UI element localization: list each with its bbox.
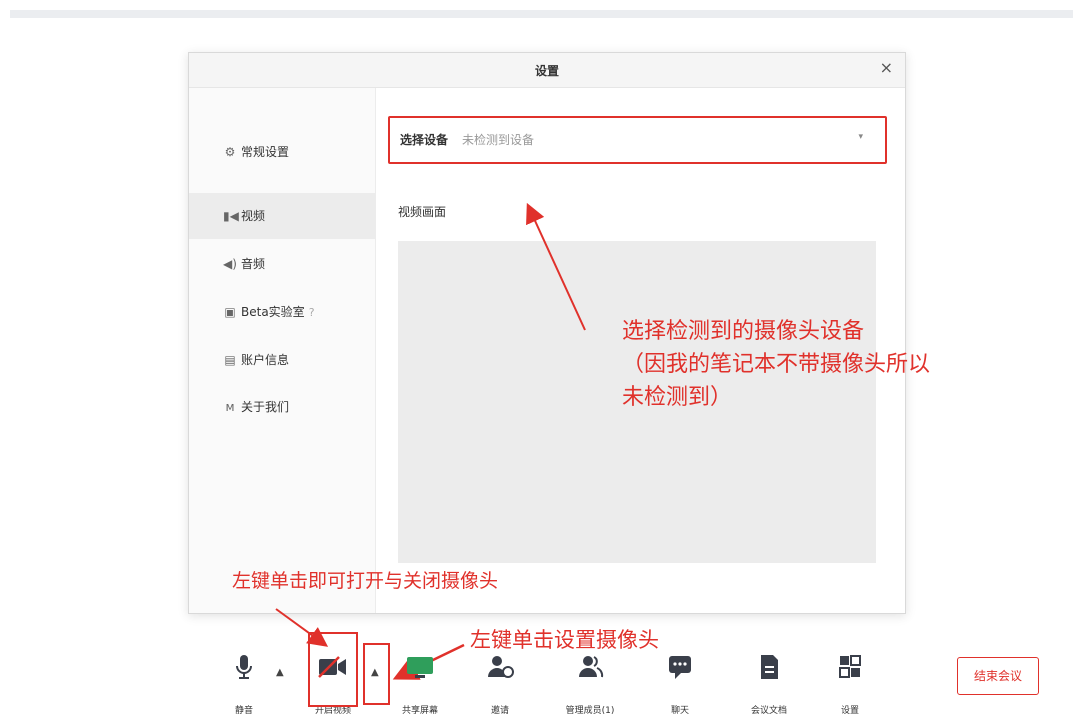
sidebar-item-about[interactable]: ᴍ 关于我们 xyxy=(189,384,375,430)
sidebar-item-label: 音频 xyxy=(241,257,266,271)
share-screen-button[interactable]: 共享屏幕 xyxy=(380,653,460,716)
settings-grid-icon xyxy=(810,653,890,687)
camera-note: 选择检测到的摄像头设备 （因我的笔记本不带摄像头所以 未检测到） xyxy=(622,319,931,410)
video-caret-highlight xyxy=(363,643,390,705)
microphone-icon xyxy=(204,653,284,687)
meeting-toolbar: 静音 ▲ 开启视频 ▲ 共享屏幕 邀请 管理成员(1) 聊天 会议文档 设置 xyxy=(0,615,1073,716)
device-label: 选择设备 xyxy=(400,133,449,147)
video-icon: ▮◀ xyxy=(223,209,239,223)
gear-icon: ⚙ xyxy=(224,145,236,159)
sidebar-item-label: 常规设置 xyxy=(241,145,290,159)
top-bar xyxy=(10,10,1073,18)
dialog-title: 设置 xyxy=(534,64,559,78)
id-card-icon: ▤ xyxy=(224,353,236,367)
settings-button[interactable]: 设置 xyxy=(810,653,890,716)
meeting-docs-button[interactable]: 会议文档 xyxy=(729,653,809,716)
sidebar-item-general[interactable]: ⚙ 常规设置 xyxy=(189,129,375,175)
chevron-down-icon[interactable]: ▾ xyxy=(858,132,863,142)
video-button-highlight xyxy=(308,632,358,707)
members-icon xyxy=(550,653,630,687)
help-icon[interactable]: ? xyxy=(309,306,315,319)
sidebar-item-account[interactable]: ▤ 账户信息 xyxy=(189,337,375,383)
close-icon[interactable]: × xyxy=(880,58,893,77)
sidebar-item-beta-lab[interactable]: ▣ Beta实验室? xyxy=(189,289,375,335)
device-select[interactable]: 选择设备 未检测到设备 ▾ xyxy=(388,116,887,164)
manage-members-button[interactable]: 管理成员(1) xyxy=(550,653,630,716)
device-value: 未检测到设备 xyxy=(462,133,535,147)
sidebar-item-label: 账户信息 xyxy=(241,353,290,367)
sidebar-item-video[interactable]: ▮◀ 视频 xyxy=(189,193,375,239)
sidebar-item-label: 关于我们 xyxy=(241,400,290,414)
chat-button[interactable]: 聊天 xyxy=(640,653,720,716)
audio-options-caret[interactable]: ▲ xyxy=(276,667,284,678)
mute-button[interactable]: 静音 xyxy=(204,653,284,716)
add-person-icon xyxy=(460,653,540,687)
sidebar-item-audio[interactable]: ◀) 音频 xyxy=(189,241,375,287)
invite-button[interactable]: 邀请 xyxy=(460,653,540,716)
chat-icon xyxy=(640,653,720,687)
sidebar-item-label: 视频 xyxy=(241,209,266,223)
document-icon xyxy=(729,653,809,687)
share-screen-icon xyxy=(380,653,460,687)
about-icon: ᴍ xyxy=(225,400,235,414)
lab-icon: ▣ xyxy=(224,305,236,319)
preview-label: 视频画面 xyxy=(398,205,447,219)
settings-sidebar: ⚙ 常规设置 ▮◀ 视频 ◀) 音频 ▣ Beta实验室? ▤ 账户信息 ᴍ 关… xyxy=(189,88,376,613)
speaker-icon: ◀) xyxy=(223,257,237,271)
toggle-camera-note: 左键单击即可打开与关闭摄像头 xyxy=(232,570,499,592)
end-meeting-button[interactable]: 结束会议 xyxy=(957,657,1039,695)
sidebar-item-label: Beta实验室 xyxy=(241,305,305,319)
dialog-titlebar: 设置 × xyxy=(189,53,905,88)
